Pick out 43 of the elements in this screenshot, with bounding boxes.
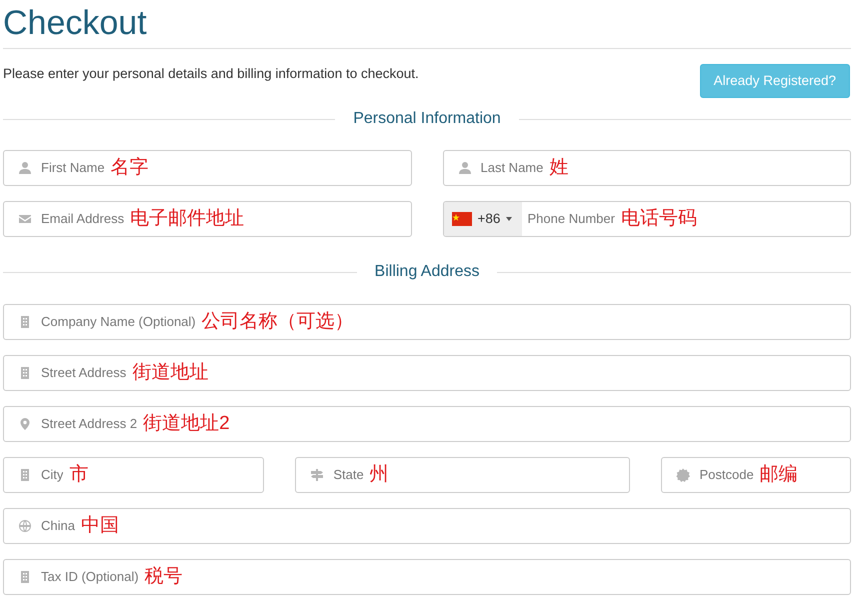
section-heading: Billing Address bbox=[374, 262, 480, 282]
text-input[interactable]: City bbox=[41, 465, 64, 485]
annotation-text: 名字 bbox=[110, 157, 149, 179]
country-code: +86 bbox=[478, 210, 500, 228]
annotation-text: 电子邮件地址 bbox=[130, 208, 244, 230]
text-input[interactable]: Company Name (Optional) bbox=[41, 312, 196, 332]
person-icon bbox=[18, 161, 32, 175]
annotation-text: 电话号码 bbox=[620, 208, 697, 230]
envelope-icon bbox=[18, 212, 32, 226]
annotation-text: 市 bbox=[69, 464, 88, 486]
text-input[interactable]: Street Address 2 bbox=[41, 414, 138, 434]
map-pin-icon bbox=[18, 417, 32, 431]
text-input[interactable]: Last Name bbox=[480, 158, 544, 178]
building-icon bbox=[18, 570, 32, 584]
building-icon bbox=[18, 366, 32, 380]
badge-icon bbox=[676, 468, 690, 482]
text-input[interactable]: State bbox=[333, 465, 364, 485]
china-flag-icon bbox=[452, 212, 472, 226]
annotation-text: 街道地址 bbox=[132, 362, 208, 384]
building-icon bbox=[18, 315, 32, 329]
annotation-text: 姓 bbox=[549, 157, 568, 179]
text-input[interactable]: Phone Number bbox=[528, 209, 615, 229]
building-icon bbox=[18, 468, 32, 482]
annotation-text: 公司名称（可选） bbox=[202, 311, 354, 333]
annotation-text: 中国 bbox=[80, 515, 119, 537]
annotation-text: 街道地址2 bbox=[143, 413, 230, 435]
section-heading: Personal Information bbox=[353, 109, 501, 129]
country-selector[interactable]: +86 bbox=[444, 202, 522, 236]
text-input[interactable]: Email Address bbox=[41, 209, 124, 229]
caret-icon bbox=[506, 217, 512, 221]
text-input[interactable]: Street Address bbox=[41, 363, 126, 383]
annotation-text: 税号 bbox=[144, 566, 183, 588]
signpost-icon bbox=[310, 468, 324, 482]
globe-icon bbox=[18, 519, 32, 533]
text-input[interactable]: First Name bbox=[41, 158, 105, 178]
text-input[interactable]: Tax ID (Optional) bbox=[41, 567, 139, 587]
person-icon bbox=[458, 161, 472, 175]
text-input[interactable]: China bbox=[41, 516, 75, 536]
annotation-text: 州 bbox=[370, 464, 389, 486]
annotation-text: 邮编 bbox=[760, 464, 798, 486]
intro-text: Please enter your personal details and billing information to checkout. bbox=[3, 66, 419, 82]
text-input[interactable]: Postcode bbox=[699, 465, 754, 485]
page-title: Checkout bbox=[3, 0, 851, 49]
